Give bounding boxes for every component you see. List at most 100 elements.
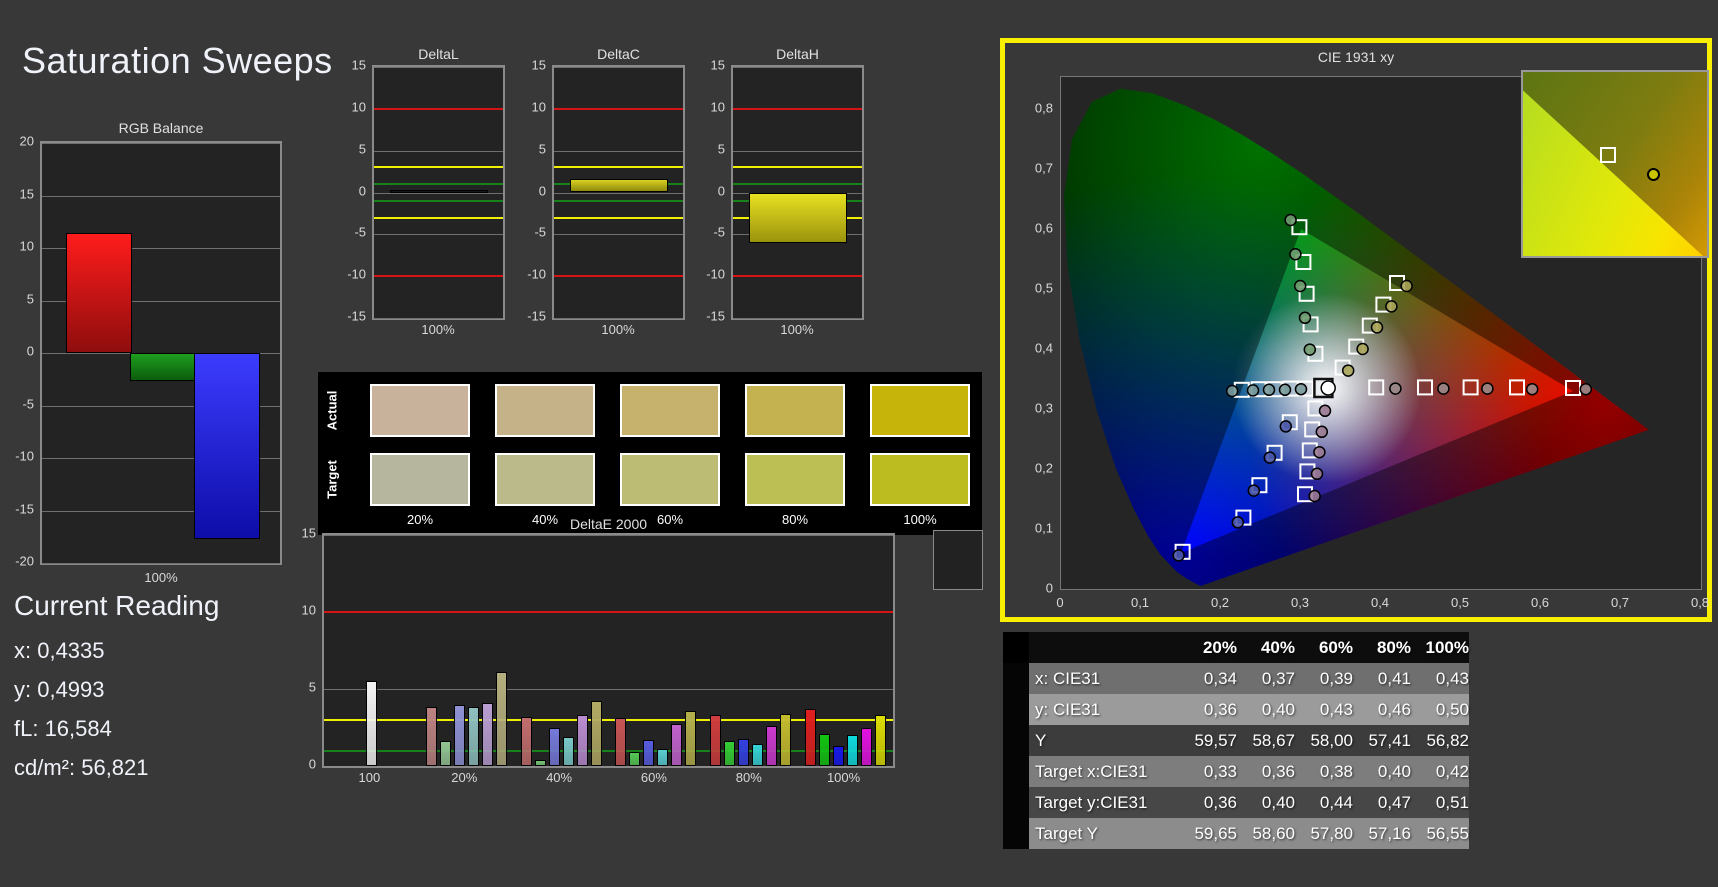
table-value-cell: 0,46 — [1377, 699, 1411, 719]
page-title: Saturation Sweeps — [22, 40, 333, 81]
deltac-chart — [552, 65, 685, 320]
table-row-marker-cell — [1003, 787, 1029, 818]
deltae-bar — [847, 735, 859, 766]
y-tick-label: -10 — [527, 266, 546, 282]
deltae-bar — [590, 701, 602, 766]
table-row-body: y: CIE31 0,36 0,40 0,43 0,46 0,50 — [1029, 694, 1469, 725]
measured-marker-blue — [1231, 516, 1245, 529]
reference-line — [733, 166, 862, 169]
measured-marker-yellow — [1400, 279, 1413, 293]
reference-line — [554, 199, 683, 202]
gridline — [42, 143, 280, 144]
table-row-body: Target Y 59,65 58,60 57,80 57,16 56,55 — [1029, 818, 1469, 849]
y-tick-label: -5 — [713, 224, 725, 240]
table-value-cell: 0,42 — [1435, 761, 1469, 781]
y-tick-label: 5 — [358, 141, 366, 157]
deltae-bar — [548, 728, 560, 766]
y-tick-label: 0 — [26, 343, 34, 359]
cie-x-tick: 0 — [1056, 595, 1064, 610]
y-tick-label: 5 — [308, 679, 316, 695]
table-value-cell: 0,47 — [1377, 792, 1411, 812]
current-reading-y: y: 0,4993 — [14, 677, 105, 702]
bar-deltaL — [390, 189, 488, 193]
measured-marker-yellow — [1385, 300, 1398, 313]
measured-marker-green — [1303, 343, 1317, 356]
table-value-cell: 0,36 — [1261, 761, 1295, 781]
table-value-cell: 59,65 — [1194, 823, 1237, 843]
deltae-bar — [453, 705, 465, 766]
cie-x-tick: 0,8 — [1690, 595, 1710, 610]
measured-marker-magenta — [1310, 467, 1324, 481]
current-reading-title: Current Reading — [14, 590, 220, 621]
deltae-bar — [766, 725, 778, 766]
current-reading-x: x: 0,4335 — [14, 638, 105, 663]
measured-marker-magenta — [1318, 404, 1332, 418]
y-tick-label: 15 — [531, 57, 546, 73]
table-value-cell: 0,33 — [1203, 761, 1237, 781]
swatch-actual-60% — [620, 384, 720, 437]
measured-marker-red — [1389, 382, 1402, 395]
deltae-bar — [875, 715, 887, 766]
table-value-cell: 57,16 — [1368, 823, 1411, 843]
y-tick-label: 0 — [358, 183, 366, 198]
deltae-bar — [819, 733, 831, 766]
y-tick-label: 5 — [26, 291, 34, 306]
cie-title: CIE 1931 xy — [1317, 49, 1395, 65]
deltae-bar — [365, 681, 377, 766]
inset-ingamut-region — [1523, 90, 1707, 256]
gridline — [733, 67, 862, 68]
table-row-body: x: CIE31 0,34 0,37 0,39 0,41 0,43 — [1029, 663, 1469, 694]
table-row-marker-cell — [1003, 694, 1029, 725]
rgb-balance-title: RGB Balance — [118, 120, 204, 136]
bar-green — [130, 353, 196, 382]
table-row-marker-cell — [1003, 818, 1029, 849]
table-col-header: 40% — [1260, 637, 1295, 657]
deltah-title: DeltaH — [776, 46, 819, 62]
table-row-body: Target x:CIE31 0,33 0,36 0,38 0,40 0,42 — [1029, 756, 1469, 787]
table-value-cell: 58,67 — [1252, 730, 1295, 750]
table-value-cell: 0,34 — [1203, 668, 1237, 688]
gridline — [554, 234, 683, 236]
measured-marker-cyan — [1294, 382, 1308, 396]
y-tick-label: -5 — [354, 224, 366, 240]
table-col-header: 100% — [1425, 637, 1469, 657]
table-value-cell: 56,82 — [1426, 730, 1469, 750]
y-tick-label: 20 — [19, 133, 34, 149]
table-row-body: Y 59,57 58,67 58,00 57,41 56,82 — [1029, 725, 1469, 756]
swatch-target-100% — [870, 453, 970, 506]
deltae-bar — [805, 709, 817, 766]
cie-x-tick: 0,2 — [1210, 595, 1230, 610]
x-group-label: 20% — [451, 770, 478, 785]
measured-marker-red — [1525, 382, 1539, 396]
table-value-cell: 58,00 — [1310, 730, 1353, 750]
reference-line — [733, 275, 862, 278]
gridline — [554, 67, 683, 68]
swatch-target-60% — [620, 453, 720, 506]
measured-marker-cyan — [1225, 384, 1239, 398]
swatch-target-80% — [745, 453, 845, 506]
x-group-label: 100 — [358, 770, 381, 785]
cie-x-tick: 0,7 — [1610, 595, 1630, 610]
y-tick-label: 0 — [717, 183, 725, 198]
measured-marker-yellow — [1341, 364, 1355, 377]
measured-marker-red — [1437, 382, 1450, 395]
y-tick-label: 15 — [301, 525, 316, 541]
y-tick-label: -20 — [15, 553, 34, 569]
table-row-marker-cell — [1003, 756, 1029, 787]
gridline — [42, 195, 280, 197]
gridline — [374, 150, 503, 152]
deltae-title: DeltaE 2000 — [569, 516, 648, 532]
cie-x-tick: 0,3 — [1290, 595, 1310, 610]
reference-line — [554, 107, 683, 110]
table-corner-cell — [1003, 632, 1029, 663]
table-row-label: Y — [1035, 730, 1047, 750]
deltae-bar — [643, 739, 655, 766]
y-tick-label: 5 — [538, 141, 546, 157]
table-value-cell: 57,80 — [1310, 823, 1353, 843]
table-value-cell: 0,39 — [1319, 668, 1353, 688]
white-point-measured — [1320, 380, 1336, 396]
deltae-bar — [752, 744, 764, 766]
table-row-marker-cell — [1003, 663, 1029, 694]
rgb-balance-xlabel: 100% — [144, 570, 178, 585]
deltae-bar — [671, 723, 683, 766]
